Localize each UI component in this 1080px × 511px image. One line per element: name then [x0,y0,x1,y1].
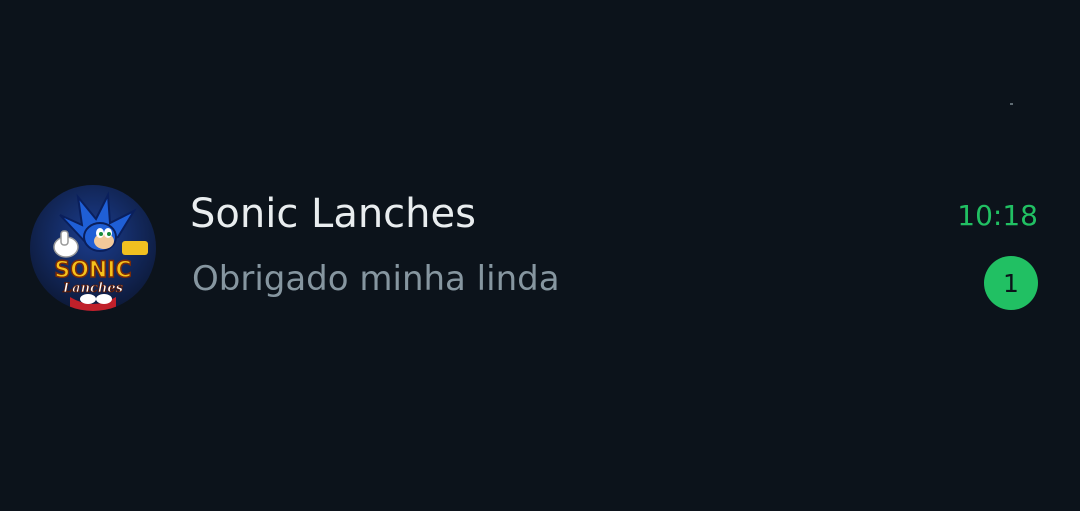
logo-word-sonic: SONIC [54,258,131,283]
chat-name: Sonic Lanches [190,191,476,237]
logo-word-lanches: Lanches [62,281,124,296]
divider-speck [1010,103,1013,105]
sonic-lanches-logo: SONIC Lanches [30,185,156,311]
unread-count-badge: 1 [984,256,1038,310]
avatar[interactable]: SONIC Lanches [30,185,156,311]
last-message-preview: Obrigado minha linda [192,259,560,299]
chat-list-screen: SONIC Lanches Sonic Lanches Obrigado min… [0,0,1080,511]
last-message-time: 10:18 [957,199,1038,232]
chat-list-item[interactable]: SONIC Lanches Sonic Lanches Obrigado min… [0,170,1080,330]
